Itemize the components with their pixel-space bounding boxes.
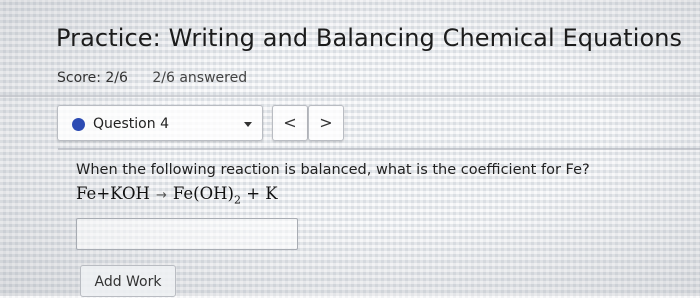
question-select-dropdown[interactable]: Question 4 [57,105,263,141]
chemical-equation: Fe+KOH → Fe(OH)2 + K [76,184,278,206]
score-row: Score: 2/6 2/6 answered [57,70,247,86]
question-panel: When the following reaction is balanced,… [58,148,700,298]
page-title: Practice: Writing and Balancing Chemical… [56,24,683,52]
previous-question-button[interactable]: < [272,105,308,141]
answered-count: 2/6 answered [152,70,248,86]
question-prompt: When the following reaction is balanced,… [76,162,590,178]
question-status-dot [72,118,85,131]
product-fe-oh: Fe(OH) [172,184,234,203]
chevron-left-icon: < [283,113,297,132]
header-divider [0,95,700,97]
next-question-button[interactable]: > [308,105,344,141]
reaction-arrow-icon: → [155,188,167,203]
reactant-koh: KOH [110,184,150,203]
reactant-fe: Fe [76,184,97,203]
add-work-button[interactable]: Add Work [80,265,176,297]
plus-sign: + [96,184,111,203]
product-subscript: 2 [233,193,241,207]
product-k: K [265,184,278,203]
chevron-right-icon: > [319,113,333,132]
score-text: Score: 2/6 [57,70,128,86]
question-select-label: Question 4 [93,116,169,132]
answer-input[interactable] [76,218,298,250]
chevron-down-icon [244,122,252,127]
plus-sign: + [246,184,261,203]
